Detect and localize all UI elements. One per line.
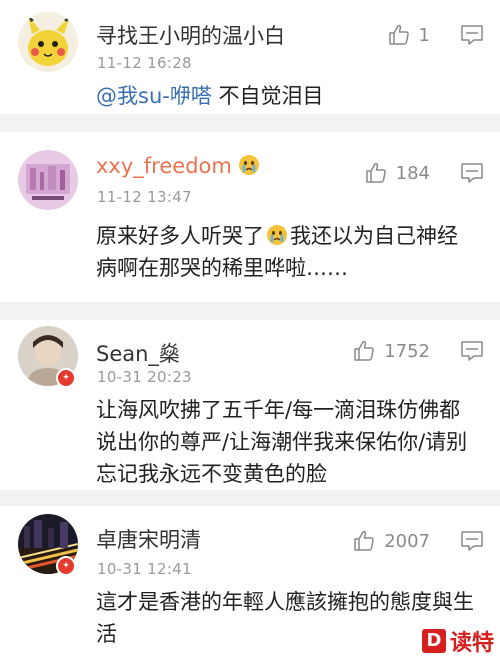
thumbs-up-icon <box>352 339 376 363</box>
username[interactable]: 卓唐宋明清 <box>96 524 201 554</box>
mention-link[interactable]: @我su-咿嗒 <box>96 84 212 108</box>
timestamp: 11-12 16:28 <box>97 54 192 72</box>
comment-text: @我su-咿嗒 不自觉泪目 <box>96 80 476 112</box>
comment-text-body: 不自觉泪目 <box>211 84 324 108</box>
comment-text: 原来好多人听哭了 我还以为自己神经病啊在那哭的稀里哗啦…… <box>96 224 458 280</box>
reply-icon[interactable] <box>460 24 484 46</box>
reply-icon[interactable] <box>460 162 484 184</box>
like-count: 2007 <box>384 530 430 552</box>
thumbs-up-icon <box>387 23 411 47</box>
crying-emoji-icon <box>266 224 288 246</box>
comment-item: xxy_freedom 11-12 13:47 184 原来好多人听哭了 我还以为… <box>0 132 500 302</box>
thumbs-up-icon <box>364 161 388 185</box>
username[interactable]: xxy_freedom <box>96 154 262 178</box>
yellow-cartoon-avatar-image <box>18 12 78 72</box>
like-count: 184 <box>395 162 430 184</box>
timestamp: 10-31 12:41 <box>97 560 192 578</box>
timestamp: 11-12 13:47 <box>97 188 192 206</box>
username[interactable]: Sean_燊 <box>96 338 180 368</box>
verified-badge-icon: ✦ <box>56 368 76 388</box>
like-button[interactable]: 184 <box>364 160 430 186</box>
like-button[interactable]: 2007 <box>352 528 430 554</box>
crying-emoji-icon <box>238 154 260 176</box>
reply-icon[interactable] <box>460 340 484 362</box>
avatar[interactable] <box>18 12 78 72</box>
comment-item: ✦ Sean_燊 10-31 20:23 1752 让海风吹拂了五千年/每一滴泪… <box>0 320 500 490</box>
watermark-logo: D <box>421 629 446 653</box>
watermark: D 读特 <box>421 625 494 657</box>
comment-text: 這才是香港的年輕人應該擁抱的態度與生活 <box>96 590 474 646</box>
timestamp: 10-31 20:23 <box>97 368 192 386</box>
verified-badge-icon: ✦ <box>56 556 76 576</box>
like-button[interactable]: 1 <box>387 22 430 48</box>
username[interactable]: 寻找王小明的温小白 <box>96 20 285 50</box>
reply-icon[interactable] <box>460 530 484 552</box>
like-count: 1752 <box>384 340 430 362</box>
avatar[interactable] <box>18 150 78 210</box>
like-count: 1 <box>418 24 430 46</box>
thumbs-up-icon <box>352 529 376 553</box>
like-button[interactable]: 1752 <box>352 338 430 364</box>
pink-photo-avatar-image <box>18 150 78 210</box>
watermark-text: 读特 <box>449 631 494 656</box>
comment-item: 寻找王小明的温小白 11-12 16:28 1 @我su-咿嗒 不自觉泪目 <box>0 0 500 114</box>
comment-text: 让海风吹拂了五千年/每一滴泪珠仿佛都说出你的尊严/让海潮伴我来保佑你/请别忘记我… <box>96 398 468 486</box>
